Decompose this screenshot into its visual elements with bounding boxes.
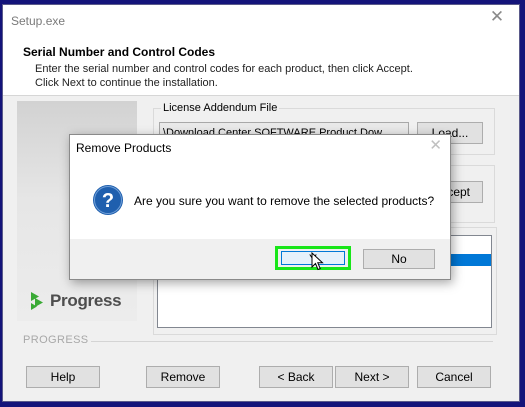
- window-title: Setup.exe: [11, 14, 66, 28]
- dialog-message: Are you sure you want to remove the sele…: [134, 194, 435, 208]
- dialog-title: Remove Products: [76, 141, 172, 155]
- dialog-close-icon[interactable]: ✕: [429, 138, 442, 153]
- divider: [91, 341, 493, 342]
- page-description: Enter the serial number and control code…: [35, 63, 413, 89]
- window-titlebar: Setup.exe ✕: [3, 5, 519, 33]
- remove-button[interactable]: Remove: [146, 366, 220, 388]
- remove-products-dialog: Remove Products ✕ ? Are you sure you wan…: [69, 134, 451, 280]
- dialog-body: ? Are you sure you want to remove the se…: [70, 159, 450, 239]
- question-icon: ?: [93, 185, 123, 215]
- header-panel: Serial Number and Control Codes Enter th…: [3, 33, 519, 96]
- close-icon[interactable]: ✕: [489, 8, 505, 25]
- no-button[interactable]: No: [363, 249, 435, 269]
- help-button[interactable]: Help: [26, 366, 100, 388]
- svg-text:?: ?: [102, 190, 114, 212]
- progress-logo-icon: [31, 292, 43, 310]
- mouse-cursor-icon: [311, 252, 324, 271]
- progress-logo: Progress: [29, 291, 122, 311]
- license-group-label: License Addendum File: [161, 102, 280, 114]
- page-title: Serial Number and Control Codes: [23, 45, 216, 59]
- back-button[interactable]: < Back: [259, 366, 333, 388]
- section-label: PROGRESS: [23, 334, 89, 346]
- next-button[interactable]: Next >: [335, 366, 409, 388]
- dialog-titlebar: Remove Products ✕: [70, 135, 450, 159]
- logo-text: Progress: [50, 291, 122, 310]
- cancel-button[interactable]: Cancel: [417, 366, 491, 388]
